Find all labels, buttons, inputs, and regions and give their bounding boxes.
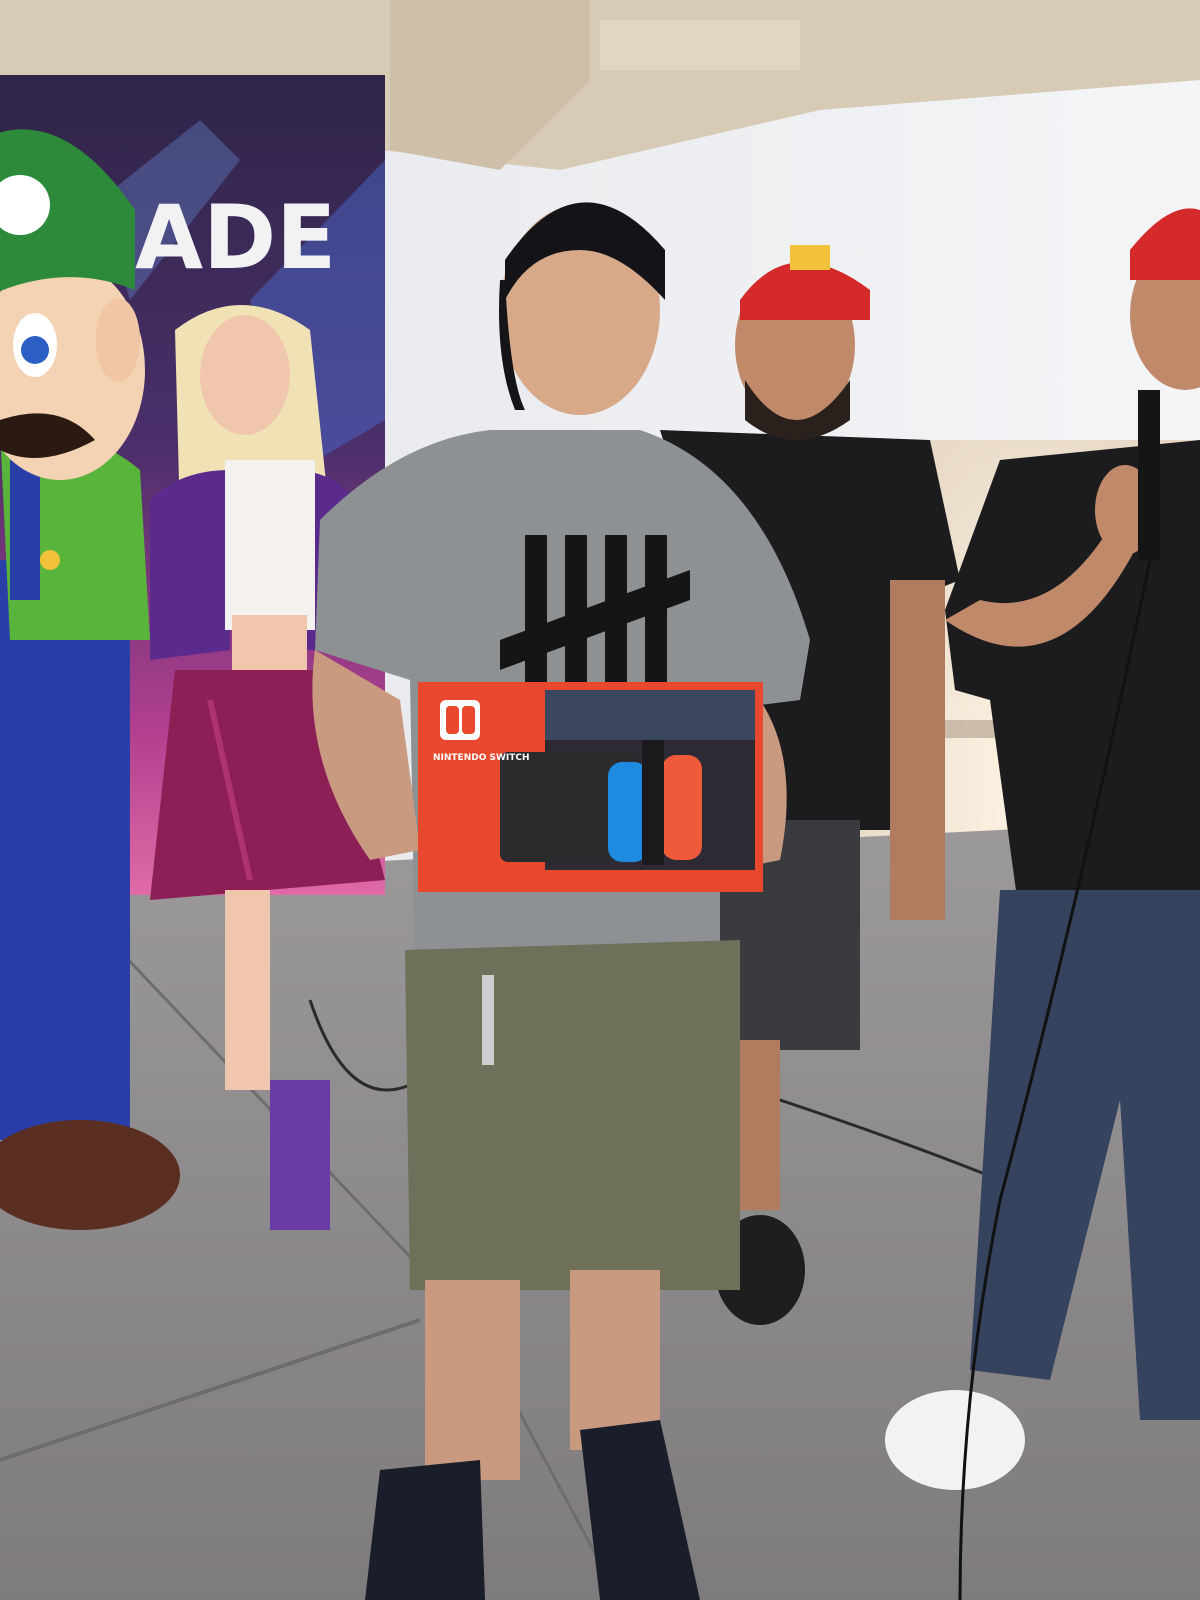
banner-text: ADE — [135, 186, 336, 289]
box-brand-text: NINTENDO SWITCH — [433, 753, 530, 763]
nintendo-switch-box: NINTENDO SWITCH — [418, 682, 763, 892]
photo-scene: ADE NINTENDO SWITCH — [0, 0, 1200, 1600]
photo-canvas: ADE NINTENDO SWITCH — [0, 0, 1200, 1600]
